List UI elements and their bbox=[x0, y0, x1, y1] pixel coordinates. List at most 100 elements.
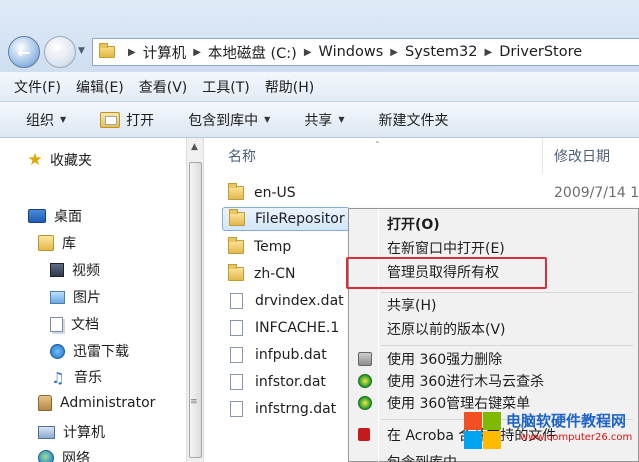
column-header-date[interactable]: 修改日期 bbox=[554, 138, 610, 174]
open-button[interactable]: 打开 bbox=[100, 110, 154, 130]
ctx-share[interactable]: 共享(H) bbox=[387, 294, 436, 316]
nav-videos[interactable]: 视频 bbox=[50, 260, 100, 280]
nav-documents[interactable]: 文档 bbox=[50, 314, 99, 334]
nav-administrator[interactable]: Administrator bbox=[38, 395, 155, 411]
scrollbar-thumb[interactable] bbox=[189, 162, 202, 458]
nav-network[interactable]: 网络 bbox=[38, 448, 90, 462]
recent-pages-dropdown[interactable]: ▼ bbox=[78, 46, 85, 56]
nav-pictures[interactable]: 图片 bbox=[50, 287, 101, 307]
nav-computer[interactable]: 计算机 bbox=[38, 422, 105, 442]
library-icon bbox=[38, 235, 54, 251]
share-label: 共享 bbox=[304, 112, 333, 129]
nav-scrollbar[interactable]: ▲ ≡ bbox=[186, 138, 204, 462]
menu-edit[interactable]: 编辑(E) bbox=[76, 77, 124, 97]
file-row-zh-cn[interactable]: zh-CN bbox=[222, 262, 296, 286]
ctx-separator bbox=[381, 292, 633, 293]
nav-desktop[interactable]: 桌面 bbox=[28, 206, 82, 226]
forward-button[interactable]: → bbox=[44, 36, 76, 68]
file-name: infstor.dat bbox=[255, 374, 326, 390]
share-button[interactable]: 共享 ▼ bbox=[304, 110, 344, 130]
user-folder-icon bbox=[38, 395, 52, 411]
ctx-open-new-window[interactable]: 在新窗口中打开(E) bbox=[387, 237, 505, 259]
nav-label: Administrator bbox=[60, 395, 156, 411]
crumb-separator-icon[interactable]: ▶ bbox=[304, 47, 312, 58]
folder-icon bbox=[229, 209, 245, 226]
file-date: 2009/7/14 1 bbox=[554, 185, 639, 201]
file-name: INFCACHE.1 bbox=[255, 320, 340, 336]
file-row-infpub[interactable]: infpub.dat bbox=[222, 343, 327, 367]
nav-libraries[interactable]: 库 bbox=[38, 233, 76, 253]
nav-music[interactable]: ♫ 音乐 bbox=[50, 367, 102, 387]
crumb-separator-icon[interactable]: ▶ bbox=[390, 47, 398, 58]
ctx-include-library[interactable]: 包含到库中 bbox=[387, 451, 457, 462]
file-icon bbox=[230, 401, 243, 417]
acrobat-icon bbox=[358, 428, 370, 441]
watermark: 电脑软硬件教程网 www.computer26.com bbox=[462, 408, 639, 462]
dropdown-arrow-icon: ▼ bbox=[264, 115, 271, 124]
back-button[interactable]: ← bbox=[8, 36, 40, 68]
ctx-360-scan[interactable]: 使用 360进行木马云查杀 bbox=[387, 370, 544, 392]
file-row-drvindex[interactable]: drvindex.dat bbox=[222, 289, 344, 313]
file-row-infstrng[interactable]: infstrng.dat bbox=[222, 397, 336, 421]
crumb-separator-icon[interactable]: ▶ bbox=[128, 47, 136, 58]
nav-favorites[interactable]: ★ 收藏夹 bbox=[26, 150, 92, 170]
folder-icon bbox=[228, 237, 244, 254]
scroll-up-icon[interactable]: ▲ bbox=[191, 142, 198, 152]
open-label: 打开 bbox=[126, 112, 155, 129]
organize-button[interactable]: 组织 ▼ bbox=[26, 110, 66, 130]
address-bar[interactable]: ▶ 计算机 ▶ 本地磁盘 (C:) ▶ Windows ▶ System32 ▶… bbox=[92, 38, 639, 66]
nav-label: 音乐 bbox=[74, 370, 102, 386]
file-row-infstor[interactable]: infstor.dat bbox=[222, 370, 326, 394]
nav-label: 视频 bbox=[72, 263, 100, 279]
new-folder-label: 新建文件夹 bbox=[378, 112, 449, 129]
nav-thunder-downloads[interactable]: 迅雷下载 bbox=[50, 341, 129, 361]
ctx-restore-previous[interactable]: 还原以前的版本(V) bbox=[387, 318, 506, 340]
ctx-separator bbox=[381, 345, 633, 346]
breadcrumb-system32[interactable]: System32 bbox=[405, 44, 478, 60]
picture-icon bbox=[50, 290, 65, 304]
breadcrumb-computer[interactable]: 计算机 bbox=[143, 42, 187, 63]
column-divider[interactable] bbox=[542, 138, 543, 174]
file-row-infcache[interactable]: INFCACHE.1 bbox=[222, 316, 339, 340]
ctx-360-delete[interactable]: 使用 360强力删除 bbox=[387, 348, 502, 370]
breadcrumb-driverstore[interactable]: DriverStore bbox=[499, 44, 582, 60]
crumb-separator-icon[interactable]: ▶ bbox=[485, 47, 493, 58]
file-row-filerepository[interactable]: FileRepositor bbox=[222, 207, 350, 231]
context-menu-icon-strip bbox=[378, 209, 379, 462]
menu-tools[interactable]: 工具(T) bbox=[202, 77, 249, 97]
menu-help[interactable]: 帮助(H) bbox=[265, 77, 314, 97]
address-row: ← → ▼ ▶ 计算机 ▶ 本地磁盘 (C:) ▶ Windows ▶ Syst… bbox=[0, 0, 639, 72]
organize-label: 组织 bbox=[26, 112, 54, 129]
column-header-name[interactable]: 名称 bbox=[228, 138, 256, 174]
nav-label: 文档 bbox=[71, 317, 99, 333]
file-name: FileRepositor bbox=[255, 211, 345, 227]
star-icon: ★ bbox=[27, 150, 43, 170]
splitter-grip-icon: ≡ bbox=[190, 397, 198, 407]
crumb-separator-icon[interactable]: ▶ bbox=[193, 47, 201, 58]
file-name: infstrng.dat bbox=[255, 401, 337, 417]
file-row-temp[interactable]: Temp bbox=[222, 235, 291, 259]
include-in-library-button[interactable]: 包含到库中 ▼ bbox=[188, 110, 270, 130]
ctx-open[interactable]: 打开(O) bbox=[387, 213, 440, 235]
folder-icon bbox=[99, 43, 115, 58]
menu-view[interactable]: 查看(V) bbox=[139, 77, 188, 97]
breadcrumb-local-disk[interactable]: 本地磁盘 (C:) bbox=[208, 42, 297, 63]
breadcrumb-windows[interactable]: Windows bbox=[319, 44, 384, 60]
download-icon bbox=[50, 343, 65, 359]
file-name: Temp bbox=[254, 239, 292, 255]
file-row-en-us[interactable]: en-US bbox=[222, 181, 296, 205]
watermark-title: 电脑软硬件教程网 bbox=[506, 412, 627, 430]
shredder-icon bbox=[358, 352, 372, 366]
desktop-icon bbox=[28, 209, 46, 223]
windows-logo-icon bbox=[462, 408, 502, 449]
nav-label: 计算机 bbox=[63, 425, 105, 441]
menu-file[interactable]: 文件(F) bbox=[14, 77, 61, 97]
document-icon bbox=[50, 316, 63, 332]
sort-indicator-icon: ⌃ bbox=[374, 140, 381, 149]
video-icon bbox=[50, 263, 64, 277]
nav-label: 图片 bbox=[73, 290, 101, 306]
file-name: drvindex.dat bbox=[255, 293, 344, 309]
folder-icon bbox=[228, 264, 244, 281]
file-icon bbox=[230, 374, 243, 390]
new-folder-button[interactable]: 新建文件夹 bbox=[378, 110, 448, 130]
